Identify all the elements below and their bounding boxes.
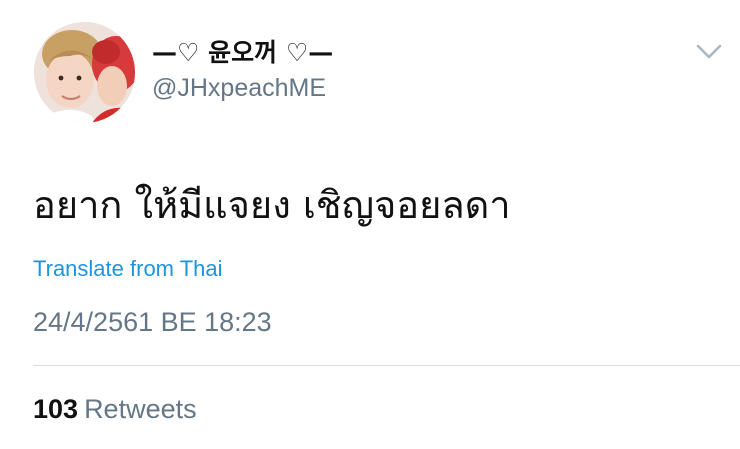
retweet-stats[interactable]: 103 Retweets [33,394,197,425]
tweet-timestamp[interactable]: 24/4/2561 BE 18:23 [33,307,272,338]
author-handle[interactable]: @JHxpeachME [152,74,326,103]
author-display-name[interactable]: —♡ 윤오꺼 ♡— [152,33,333,69]
divider [33,365,740,366]
retweet-count: 103 [33,394,79,424]
tweet-text: อยาก ให้มีแจยง เชิญจอยลดา [33,183,511,227]
author-avatar[interactable] [34,22,135,123]
tweet-detail: —♡ 윤오꺼 ♡— @JHxpeachME อยาก ให้มีแจยง เชิ… [0,0,740,449]
translate-link[interactable]: Translate from Thai [33,256,223,282]
avatar-photo [34,22,135,123]
retweet-label: Retweets [84,394,197,424]
chevron-down-icon[interactable] [696,43,722,61]
